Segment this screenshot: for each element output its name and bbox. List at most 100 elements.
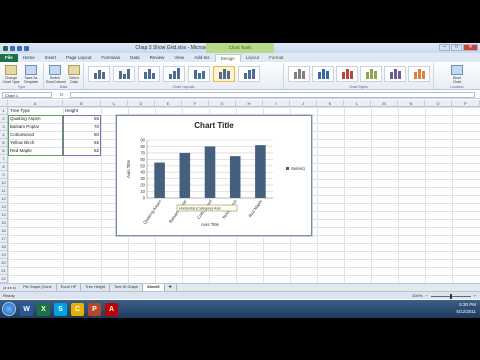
column-header[interactable]: C [101,100,128,107]
row-header[interactable]: 19 [0,251,7,259]
row-header[interactable]: 4 [0,131,7,139]
switch-row-column-button[interactable]: Switch Row/Column [46,65,66,84]
cell-a1[interactable]: Tree Type [10,107,30,115]
tab-formulas[interactable]: Formulas [96,54,125,62]
column-header[interactable]: N [398,100,425,107]
tab-data[interactable]: Data [125,54,145,62]
column-header[interactable]: A [8,100,63,107]
layout-thumb-7[interactable] [238,66,260,82]
layout-thumb-2[interactable] [113,66,135,82]
style-thumb-2[interactable] [312,66,334,82]
sheet-tab[interactable]: Pie Graph (Cone [19,284,57,291]
undo-icon[interactable] [17,45,22,51]
row-header[interactable]: 2 [0,115,7,123]
insert-sheet-icon[interactable]: ✚ [164,284,177,291]
row-header[interactable]: 9 [0,171,7,179]
column-header[interactable]: E [155,100,182,107]
style-thumb-3[interactable] [336,66,358,82]
maximize-button[interactable]: □ [451,44,462,51]
tab-design[interactable]: Design [214,54,241,62]
excel-app-icon[interactable] [3,45,8,51]
style-thumb-1[interactable] [288,66,310,82]
chart[interactable]: Chart Title 0 10 20 30 40 50 60 70 80 90 Quaking A… [116,115,312,236]
row-header[interactable]: 5 [0,139,7,147]
save-as-template-button[interactable]: Save As Template [22,65,40,84]
row-header[interactable]: 11 [0,187,7,195]
tab-add-ins[interactable]: Add-Ins [189,54,215,62]
name-box[interactable]: Chart 1 [2,92,52,98]
word-taskbar-icon[interactable]: W [20,302,33,316]
tab-file[interactable]: File [0,54,18,62]
cell-b1[interactable]: Height [65,107,78,115]
row-header[interactable]: 12 [0,195,7,203]
column-header[interactable]: J [290,100,317,107]
tab-review[interactable]: Review [145,54,170,62]
column-header[interactable]: B [63,100,101,107]
zoom-level[interactable]: 100% [412,292,422,300]
layout-thumb-1[interactable] [88,66,110,82]
select-data-button[interactable]: Select Data [65,65,83,84]
next-sheet-icon[interactable]: ▸ [10,285,12,290]
row-header[interactable]: 1 [0,107,7,115]
sheet-tab-active[interactable]: Sheet5 [143,284,165,291]
zoom-in-icon[interactable]: + [474,292,476,300]
column-header[interactable]: K [317,100,344,107]
column-header[interactable]: H [236,100,263,107]
row-header[interactable]: 8 [0,163,7,171]
zoom-out-icon[interactable]: − [425,292,427,300]
row-header[interactable]: 3 [0,123,7,131]
layout-thumb-4[interactable] [163,66,185,82]
change-chart-type-button[interactable]: Change Chart Type [2,65,20,84]
column-header[interactable]: D [128,100,155,107]
column-header[interactable]: I [263,100,290,107]
column-header[interactable]: L [344,100,371,107]
minimize-button[interactable]: – [439,44,450,51]
zoom-slider[interactable] [430,293,471,299]
layout-thumb-5[interactable] [188,66,210,82]
row-header[interactable]: 10 [0,179,7,187]
tab-page-layout[interactable]: Page Layout [61,54,96,62]
column-header[interactable]: F [182,100,209,107]
style-thumb-5[interactable] [384,66,406,82]
excel-taskbar-icon[interactable]: X [37,302,50,316]
row-header[interactable]: 17 [0,235,7,243]
fx-icon[interactable]: fx [60,92,64,97]
powerpoint-taskbar-icon[interactable]: P [88,302,101,316]
row-header[interactable]: 20 [0,259,7,267]
layout-thumb-3[interactable] [138,66,160,82]
row-header[interactable]: 7 [0,155,7,163]
redo-icon[interactable] [24,45,29,51]
select-all-corner[interactable] [0,100,8,107]
row-header[interactable]: 6 [0,147,7,155]
style-thumb-4[interactable] [360,66,382,82]
row-header[interactable]: 16 [0,227,7,235]
layout-thumb-selected[interactable] [213,66,235,82]
chrome-taskbar-icon[interactable]: C [71,302,84,316]
sheet-tab[interactable]: Tree Height [81,284,110,291]
row-header[interactable]: 21 [0,267,7,275]
tab-view[interactable]: View [169,54,189,62]
tab-layout[interactable]: Layout [241,54,265,62]
tab-insert[interactable]: Insert [40,54,61,62]
system-tray-clock[interactable]: 5:30 PM 5/12/2011 [456,301,476,315]
row-header[interactable]: 15 [0,219,7,227]
row-header[interactable]: 22 [0,275,7,283]
tab-home[interactable]: Home [18,54,40,62]
prev-sheet-icon[interactable]: ◂ [7,285,9,290]
sheet-tab[interactable]: Excel HP [56,284,82,291]
first-sheet-icon[interactable]: |◂ [3,285,6,290]
column-header[interactable]: P [452,100,480,107]
column-header[interactable]: G [209,100,236,107]
acrobat-taskbar-icon[interactable]: A [105,302,118,316]
row-header[interactable]: 13 [0,203,7,211]
close-button[interactable]: ✕ [463,44,478,51]
last-sheet-icon[interactable]: ▸| [13,285,16,290]
save-icon[interactable] [10,45,15,51]
sheet-tab[interactable]: Tree Ht Graph [109,284,144,291]
row-header[interactable]: 14 [0,211,7,219]
style-thumb-6[interactable] [408,66,430,82]
formula-input[interactable] [70,92,475,98]
tab-format[interactable]: Format [264,54,288,62]
start-button[interactable] [2,302,16,316]
column-header[interactable]: O [425,100,452,107]
